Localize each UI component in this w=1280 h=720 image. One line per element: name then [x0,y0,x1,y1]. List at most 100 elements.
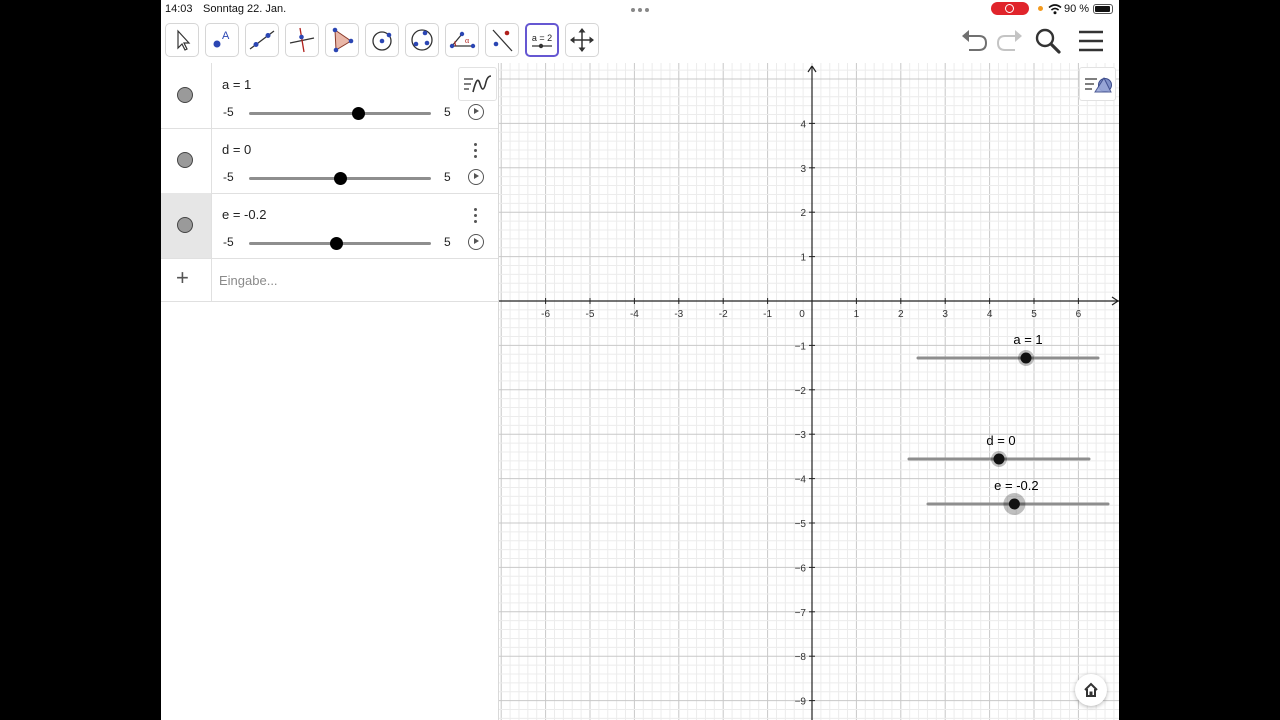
slider-max-label: 5 [444,235,451,249]
x-tick-label: 5 [1031,309,1037,320]
slider-definition[interactable]: e = -0.2 [222,207,266,222]
graphics-slider-thumb[interactable] [1008,498,1020,510]
tool-polygon[interactable] [325,23,359,57]
graphics-slider-label[interactable]: e = -0.2 [994,478,1038,493]
status-bar: 14:03 Sonntag 22. Jan. 90 % [161,0,1119,18]
slider-definition[interactable]: a = 1 [222,77,251,92]
graphics-slider-label[interactable]: d = 0 [986,433,1015,448]
grid-lines [499,63,1119,720]
undo-icon [962,30,988,51]
slider-icon [532,43,552,49]
coordinate-grid[interactable]: -6 -5 -4 -3 -2 -1 0 1 2 3 4 5 6 4 3 2 1 −1 −2 −3 −4 −5 −6 −7 −8 −… [499,63,1119,720]
y-tick-label: −2 [795,386,807,397]
plus-icon[interactable]: + [176,267,189,289]
slider-track[interactable] [249,237,431,250]
visibility-toggle[interactable] [177,87,193,103]
play-icon[interactable] [468,104,484,120]
play-icon[interactable] [468,169,484,185]
visibility-toggle[interactable] [177,217,193,233]
slider-track[interactable] [249,107,431,120]
microphone-indicator-icon [1038,6,1043,11]
y-tick-label: −1 [795,341,807,352]
input-row: + [161,259,498,302]
graphics-slider-thumb[interactable] [993,453,1005,465]
play-icon[interactable] [468,234,484,250]
undo-button[interactable] [957,23,991,57]
x-tick-label: -6 [541,309,550,320]
x-tick-label: 0 [799,309,805,320]
redo-button[interactable] [993,23,1027,57]
tool-move[interactable] [165,23,199,57]
slider-max-label: 5 [444,105,451,119]
y-tick-label: 4 [800,119,806,130]
hamburger-menu-icon [1079,30,1103,52]
slider-min-label: -5 [223,170,234,184]
main-menu-button[interactable] [1074,23,1108,57]
angle-icon: α [449,31,476,49]
status-date: Sonntag 22. Jan. [203,3,287,15]
redo-icon [996,30,1022,51]
y-tick-label: −8 [795,652,807,663]
svg-text:α: α [465,36,470,45]
x-tick-label: -2 [719,309,728,320]
tool-point[interactable]: A [205,23,239,57]
more-options-icon[interactable] [474,143,478,159]
move-arrows-icon [570,28,594,52]
slider-thumb[interactable] [334,172,347,185]
point-icon: A [213,30,230,48]
tool-circle-three-points[interactable] [405,23,439,57]
tool-circle-center-point[interactable] [365,23,399,57]
y-tick-label: 3 [800,164,806,175]
status-time: 14:03 [165,3,193,15]
algebra-item[interactable]: e = -0.2 -5 5 [161,193,498,259]
visibility-toggle[interactable] [177,152,193,168]
y-tick-label: −7 [795,608,807,619]
tool-move-graphics-view[interactable] [565,23,599,57]
tool-reflect[interactable] [485,23,519,57]
tool-line[interactable] [245,23,279,57]
line-icon [249,30,275,50]
y-tick-label: −3 [795,430,807,441]
toolbar: A α a = 2 [161,18,1119,63]
graphics-slider-thumb[interactable] [1020,352,1032,364]
y-tick-label: −5 [795,519,807,530]
slider-thumb[interactable] [330,237,344,250]
tool-angle[interactable]: α [445,23,479,57]
graphics-slider-label[interactable]: a = 1 [1013,332,1042,347]
tool-slider[interactable]: a = 2 [525,23,559,57]
x-tick-label: 4 [987,309,993,320]
more-options-icon[interactable] [474,208,478,224]
graphics-style-button[interactable] [1079,67,1116,101]
y-tick-label: 1 [800,253,806,264]
circle-center-icon [372,31,392,51]
search-icon [1035,28,1061,54]
x-tick-label: 2 [898,309,904,320]
svg-text:A: A [222,30,230,42]
x-tick-label: -3 [674,309,683,320]
y-tick-label: −6 [795,563,807,574]
slider-definition[interactable]: d = 0 [222,142,251,157]
graphics-style-icon [1085,76,1112,93]
slider-max-label: 5 [444,170,451,184]
algebra-input-field[interactable] [219,270,479,290]
slider-track[interactable] [249,172,431,185]
search-button[interactable] [1031,23,1065,57]
cursor-arrow-icon [177,29,191,51]
battery-icon [1093,4,1113,14]
multitasking-dots-icon[interactable] [631,8,649,12]
slider-min-label: -5 [223,235,234,249]
graphics-view[interactable]: -6 -5 -4 -3 -2 -1 0 1 2 3 4 5 6 4 3 2 1 −1 −2 −3 −4 −5 −6 −7 −8 −… [499,63,1119,720]
x-tick-label: 1 [854,309,860,320]
home-icon [1084,682,1098,697]
slider-thumb[interactable] [352,107,366,120]
standard-view-button[interactable] [1075,674,1107,706]
circle-three-points-icon [411,29,433,51]
algebra-item[interactable]: a = 1 -5 5 [161,63,498,129]
x-tick-label: 3 [942,309,948,320]
algebra-item[interactable]: d = 0 -5 5 [161,128,498,194]
tool-perpendicular-line[interactable] [285,23,319,57]
reflect-line-icon [492,29,513,52]
perpendicular-line-icon [289,27,315,53]
graphing-toggle-button[interactable] [458,67,497,101]
y-tick-label: 2 [800,208,806,219]
